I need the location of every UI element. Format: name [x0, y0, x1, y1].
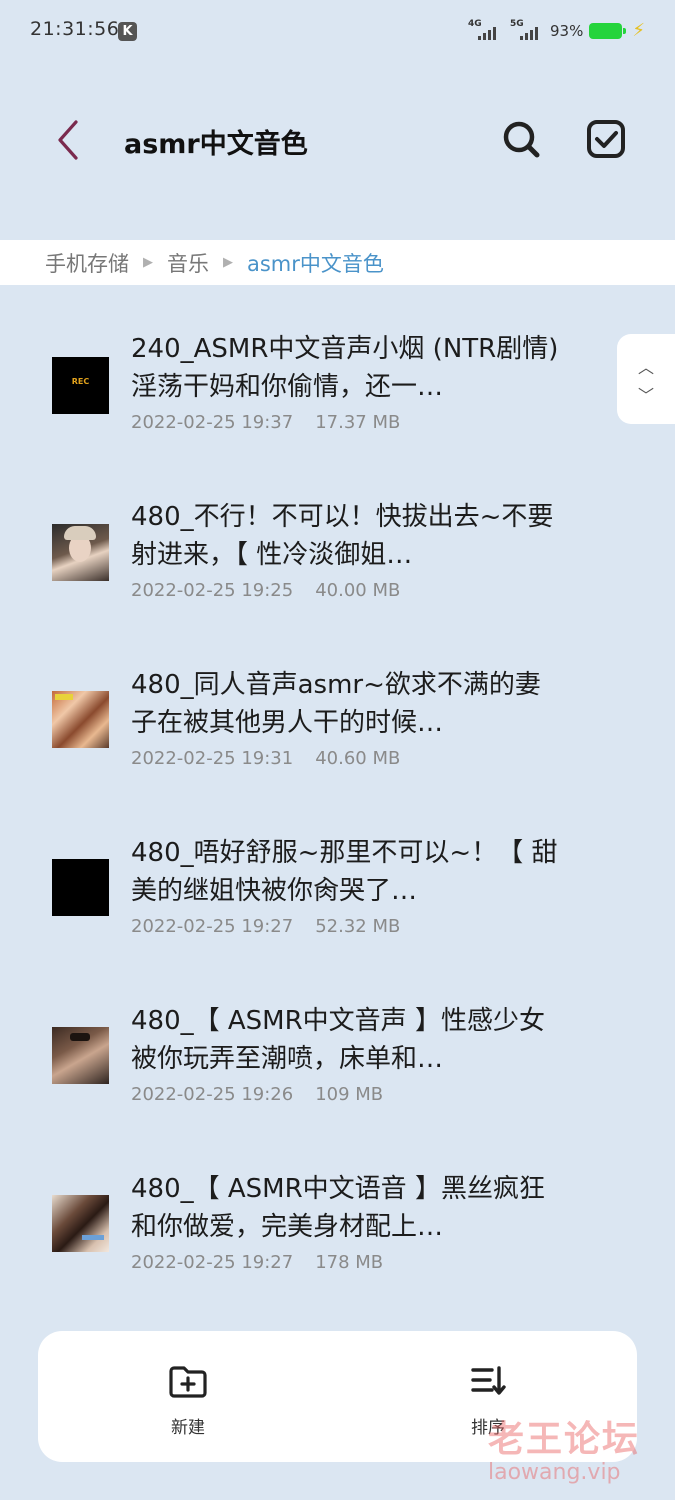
watermark-title: 老王论坛 [488, 1419, 641, 1460]
file-meta: 2022-02-25 19:37 17.37 MB [131, 412, 400, 433]
breadcrumb-separator-icon: ▶ [143, 255, 153, 270]
file-thumbnail [52, 524, 109, 581]
file-meta: 2022-02-25 19:27 178 MB [131, 1252, 383, 1273]
file-name: 480_同人音声asmr~欲求不满的妻子在被其他男人干的时候… [131, 670, 541, 738]
file-thumbnail [52, 1195, 109, 1252]
back-button[interactable] [50, 116, 90, 164]
checkbox-icon [587, 120, 625, 158]
breadcrumb-item-current: asmr中文音色 [247, 251, 384, 276]
status-bar: 21:31:56 K 4G 5G 93% ⚡ [0, 0, 675, 64]
battery-percent: 93% [550, 21, 584, 40]
new-folder-button[interactable]: 新建 [143, 1363, 233, 1438]
file-list-item[interactable]: 480_【 ASMR中文音声 】性感少女被你玩弄至潮喷，床单和… 2022-02… [0, 1002, 600, 1132]
charging-icon: ⚡ [632, 20, 645, 41]
new-folder-icon [169, 1366, 207, 1398]
app-header: asmr中文音色 [0, 96, 675, 184]
file-size: 109 MB [315, 1084, 384, 1105]
search-button[interactable] [500, 118, 542, 160]
search-icon [503, 121, 540, 158]
file-size: 40.00 MB [315, 580, 401, 601]
breadcrumb-item-storage[interactable]: 手机存储 [45, 248, 129, 278]
signal-5g-icon: 5G [510, 19, 539, 40]
file-size: 178 MB [315, 1252, 384, 1273]
status-time: 21:31:56 [30, 18, 120, 40]
file-name: 240_ASMR中文音声小烟 (NTR剧情) 淫荡干妈和你偷情，还一… [131, 334, 559, 402]
multi-select-button[interactable] [585, 118, 627, 160]
breadcrumb: 手机存储 ▶ 音乐 ▶ asmr中文音色 [0, 240, 675, 285]
new-folder-label: 新建 [171, 1418, 205, 1438]
file-name: 480_唔好舒服~那里不可以~！【 甜美的继姐快被你肏哭了… [131, 838, 558, 906]
app-notification-icon: K [118, 22, 137, 41]
file-meta: 2022-02-25 19:31 40.60 MB [131, 748, 400, 769]
file-date: 2022-02-25 19:27 [131, 916, 294, 937]
breadcrumb-separator-icon: ▶ [223, 255, 233, 270]
file-meta: 2022-02-25 19:25 40.00 MB [131, 580, 400, 601]
file-thumbnail [52, 691, 109, 748]
file-list-item[interactable]: 480_同人音声asmr~欲求不满的妻子在被其他男人干的时候… 2022-02-… [0, 666, 600, 796]
file-date: 2022-02-25 19:27 [131, 1252, 294, 1273]
file-size: 40.60 MB [315, 748, 401, 769]
status-indicators: 4G 5G 93% ⚡ [468, 19, 645, 42]
file-date: 2022-02-25 19:31 [131, 748, 294, 769]
file-size: 17.37 MB [315, 412, 401, 433]
sort-icon [471, 1366, 506, 1395]
file-thumbnail [52, 1027, 109, 1084]
file-thumbnail [52, 859, 109, 916]
file-meta: 2022-02-25 19:26 109 MB [131, 1084, 383, 1105]
file-date: 2022-02-25 19:26 [131, 1084, 294, 1105]
chevron-up-icon: ︿ [638, 358, 655, 377]
file-list-item[interactable]: 480_唔好舒服~那里不可以~！【 甜美的继姐快被你肏哭了… 2022-02-2… [0, 834, 600, 964]
fast-scroll-handle[interactable]: ︿ ﹀ [617, 334, 675, 424]
rec-label: REC [71, 377, 90, 386]
file-name: 480_不行！不可以！快拔出去~不要射进来，【 性冷淡御姐… [131, 502, 554, 570]
file-date: 2022-02-25 19:25 [131, 580, 294, 601]
file-size: 52.32 MB [315, 916, 401, 937]
chevron-down-icon: ﹀ [638, 386, 655, 405]
file-list-item[interactable]: 480_不行！不可以！快拔出去~不要射进来，【 性冷淡御姐… 2022-02-2… [0, 498, 600, 628]
file-name: 480_【 ASMR中文音声 】性感少女被你玩弄至潮喷，床单和… [131, 1006, 545, 1074]
page-title: asmr中文音色 [124, 129, 308, 160]
file-name: 480_【 ASMR中文语音 】黑丝疯狂和你做爱，完美身材配上… [131, 1174, 545, 1242]
file-date: 2022-02-25 19:37 [131, 412, 294, 433]
file-list-item[interactable]: 480_【 ASMR中文语音 】黑丝疯狂和你做爱，完美身材配上… 2022-02… [0, 1170, 600, 1300]
breadcrumb-item-music[interactable]: 音乐 [167, 248, 209, 278]
file-list-item[interactable]: REC 240_ASMR中文音声小烟 (NTR剧情) 淫荡干妈和你偷情，还一… … [0, 330, 600, 460]
file-meta: 2022-02-25 19:27 52.32 MB [131, 916, 400, 937]
file-thumbnail: REC [52, 357, 109, 414]
back-arrow-icon [58, 120, 78, 160]
battery-icon [589, 22, 627, 39]
watermark-url: laowang.vip [488, 1460, 621, 1485]
signal-4g-icon: 4G [468, 19, 497, 40]
